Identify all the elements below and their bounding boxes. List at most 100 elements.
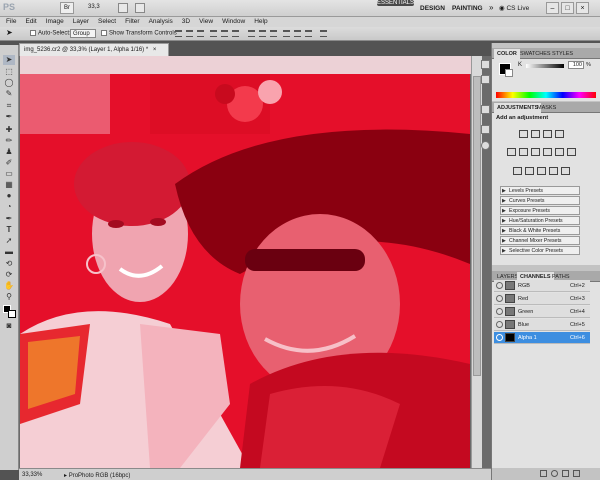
swatches-panel-icon[interactable] [481,75,490,84]
preset-exposure[interactable]: Exposure Presets [500,206,580,216]
vertical-scrollbar[interactable] [471,56,482,470]
align-bottom-icon[interactable] [197,30,204,37]
close-window-button[interactable]: × [576,2,589,14]
dodge-tool-icon[interactable]: ◔ [3,202,15,212]
blur-tool-icon[interactable]: ● [3,191,15,201]
eyedropper-tool-icon[interactable]: ✒ [3,112,15,122]
tab-color[interactable]: COLOR [494,49,520,59]
restore-button[interactable]: □ [561,2,574,14]
preset-selective-color[interactable]: Selective Color Presets [500,246,580,256]
masks-panel-icon[interactable] [481,125,490,134]
threshold-icon[interactable] [537,167,546,175]
visibility-eye-icon[interactable] [496,308,503,315]
channel-row-alpha[interactable]: Alpha 1 Ctrl+6 [494,332,590,344]
k-value-field[interactable]: 100 [568,61,584,69]
background-color-swatch[interactable] [8,310,16,318]
selective-color-icon[interactable] [561,167,570,175]
align-left-icon[interactable] [210,30,217,37]
transform-controls-checkbox[interactable] [101,30,107,36]
zoom-select[interactable]: 33,3 [88,4,100,10]
channel-mixer-icon[interactable] [567,148,576,156]
quick-selection-tool-icon[interactable]: ✎ [3,89,15,99]
levels-icon[interactable] [531,130,540,138]
path-selection-tool-icon[interactable]: ➚ [3,236,15,246]
menu-window[interactable]: Window [222,18,245,25]
arrange-icon[interactable] [118,3,128,13]
screen-mode-icon[interactable] [135,3,145,13]
distribute-vcenter-icon[interactable] [259,30,266,37]
menu-analysis[interactable]: Analysis [149,18,173,25]
save-selection-icon[interactable] [551,470,558,477]
move-tool-icon[interactable]: ➤ [3,55,15,65]
status-doc-info[interactable]: ▸ ProPhoto RGB (16bpc) [64,472,130,479]
scrollbar-thumb[interactable] [473,76,481,376]
color-balance-icon[interactable] [531,148,540,156]
marquee-tool-icon[interactable]: ⬚ [3,67,15,77]
type-tool-icon[interactable]: T [3,225,15,235]
distribute-bottom-icon[interactable] [270,30,277,37]
preset-levels[interactable]: Levels Presets [500,186,580,196]
workspace-painting[interactable]: PAINTING [452,2,483,15]
photo-filter-icon[interactable] [555,148,564,156]
channel-row-green[interactable]: Green Ctrl+4 [494,306,590,318]
document-tab[interactable]: img_5236.cr2 @ 33,3% (Layer 1, Alpha 1/1… [19,43,169,56]
auto-align-icon[interactable] [320,30,327,37]
delete-channel-icon[interactable] [573,470,580,477]
distribute-right-icon[interactable] [305,30,312,37]
menu-3d[interactable]: 3D [182,18,190,25]
preset-curves[interactable]: Curves Presets [500,196,580,206]
auto-select-checkbox[interactable] [30,30,36,36]
distribute-top-icon[interactable] [248,30,255,37]
load-selection-icon[interactable] [540,470,547,477]
workspace-essentials[interactable]: ESSENTIALS [377,0,415,6]
align-vcenter-icon[interactable] [186,30,193,37]
bridge-button[interactable]: Br [60,2,74,14]
info-panel-icon[interactable] [481,141,490,150]
vibrance-icon[interactable] [507,148,516,156]
healing-brush-tool-icon[interactable]: ✚ [3,125,15,135]
channel-row-red[interactable]: Red Ctrl+3 [494,293,590,305]
preset-hue-saturation[interactable]: Hue/Saturation Presets [500,216,580,226]
visibility-eye-icon[interactable] [496,295,503,302]
align-right-icon[interactable] [232,30,239,37]
minimize-button[interactable]: – [546,2,559,14]
workspace-design[interactable]: DESIGN [420,2,445,15]
color-background-swatch[interactable] [505,69,513,77]
menu-help[interactable]: Help [254,18,267,25]
zoom-tool-icon[interactable]: ⚲ [3,292,15,302]
gradient-map-icon[interactable] [549,167,558,175]
new-channel-icon[interactable] [562,470,569,477]
k-slider[interactable] [526,64,564,68]
menu-layer[interactable]: Layer [73,18,89,25]
canvas-photo[interactable] [20,74,470,468]
curves-icon[interactable] [543,130,552,138]
channel-row-blue[interactable]: Blue Ctrl+5 [494,319,590,331]
brightness-contrast-icon[interactable] [519,130,528,138]
menu-select[interactable]: Select [98,18,116,25]
menu-file[interactable]: File [6,18,16,25]
channel-row-rgb[interactable]: RGB Ctrl+2 [494,280,590,292]
preset-channel-mixer[interactable]: Channel Mixer Presets [500,236,580,246]
hue-saturation-icon[interactable] [519,148,528,156]
3d-orbit-tool-icon[interactable]: ⟳ [3,270,15,280]
auto-select-toggle[interactable]: Auto-Select: [30,30,71,37]
shape-tool-icon[interactable]: ▬ [3,247,15,257]
visibility-eye-icon[interactable] [496,321,503,328]
tab-masks[interactable]: MASKS [534,103,559,113]
gradient-tool-icon[interactable]: ▦ [3,180,15,190]
menu-image[interactable]: Image [46,18,64,25]
exposure-icon[interactable] [555,130,564,138]
lasso-tool-icon[interactable]: ◯ [3,78,15,88]
close-document-icon[interactable]: × [153,47,157,53]
3d-rotate-tool-icon[interactable]: ⟲ [3,259,15,269]
color-spectrum-bar[interactable] [496,92,596,98]
eraser-tool-icon[interactable]: ▭ [3,169,15,179]
visibility-eye-icon[interactable] [496,334,503,341]
align-top-icon[interactable] [175,30,182,37]
color-panel-icon[interactable] [481,60,490,69]
visibility-eye-icon[interactable] [496,282,503,289]
brush-tool-icon[interactable]: ✏ [3,136,15,146]
clone-stamp-tool-icon[interactable]: ♟ [3,147,15,157]
distribute-hcenter-icon[interactable] [294,30,301,37]
hand-tool-icon[interactable]: ✋ [3,281,15,291]
